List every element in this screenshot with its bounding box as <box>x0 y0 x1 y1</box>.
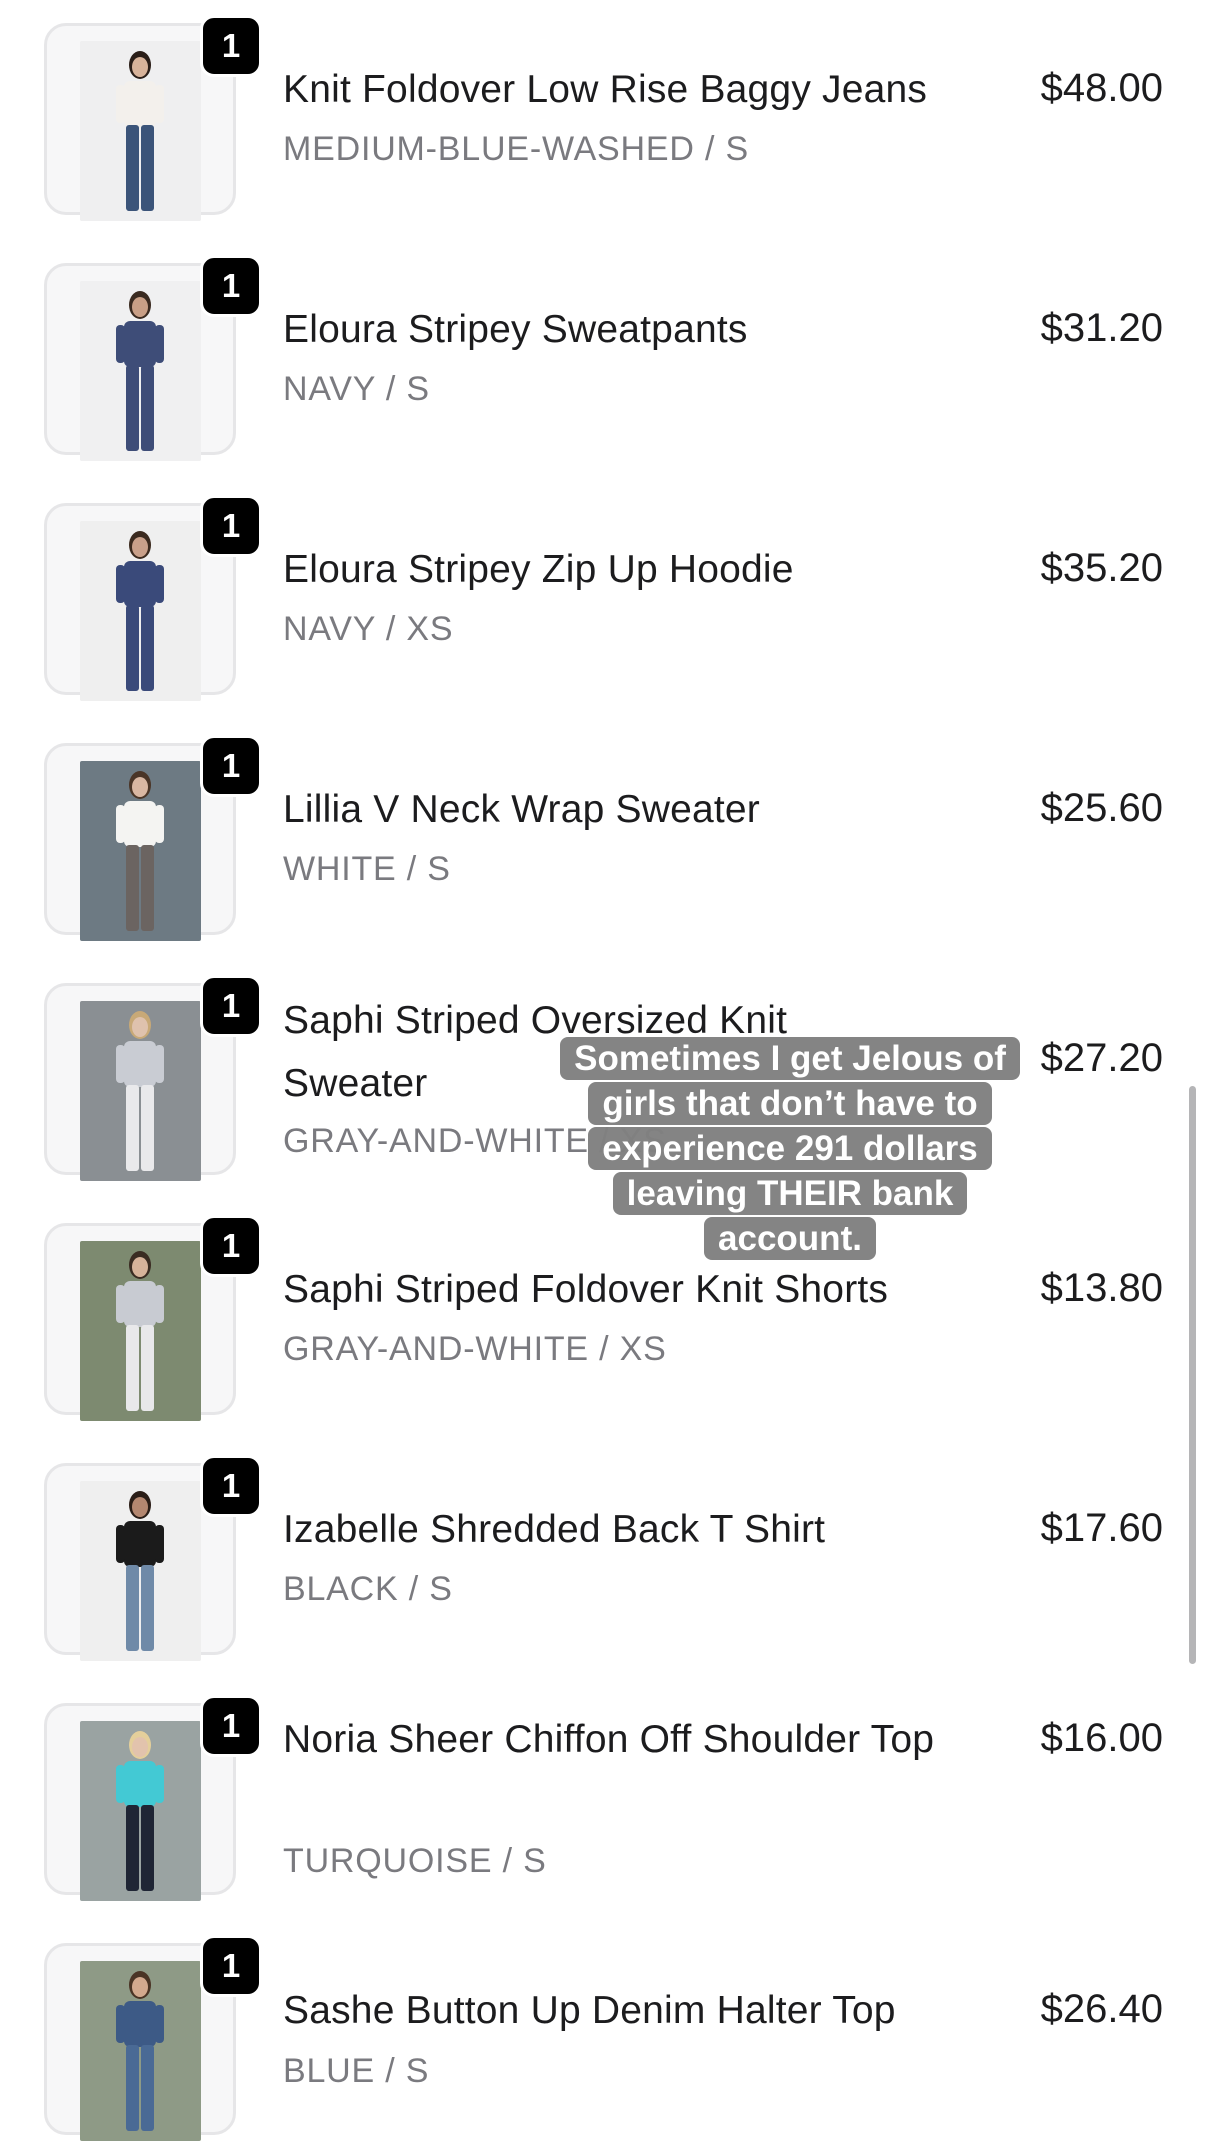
product-name[interactable]: Saphi Striped Foldover Knit Shorts <box>283 1258 1003 1321</box>
quantity-badge: 1 <box>200 1935 262 1997</box>
product-price: $25.60 <box>1040 786 1163 830</box>
product-price: $17.60 <box>1040 1506 1163 1550</box>
product-thumbnail[interactable]: 1 <box>44 15 262 221</box>
quantity-badge: 1 <box>200 495 262 557</box>
product-name[interactable]: Eloura Stripey Zip Up Hoodie <box>283 538 1003 601</box>
product-price: $48.00 <box>1040 66 1163 110</box>
product-photo <box>80 1481 201 1661</box>
product-thumbnail[interactable]: 1 <box>44 1935 262 2141</box>
product-thumbnail[interactable]: 1 <box>44 1455 262 1661</box>
product-thumbnail[interactable]: 1 <box>44 255 262 461</box>
product-thumbnail[interactable]: 1 <box>44 1215 262 1421</box>
product-thumbnail[interactable]: 1 <box>44 1695 262 1901</box>
product-price: $26.40 <box>1040 1987 1163 2031</box>
product-name[interactable]: Knit Foldover Low Rise Baggy Jeans <box>283 58 1003 121</box>
product-price: $35.20 <box>1040 546 1163 590</box>
quantity-badge: 1 <box>200 1695 262 1757</box>
quantity-badge: 1 <box>200 975 262 1037</box>
overlay-caption: Sometimes I get Jelous of girls that don… <box>540 1036 1040 1261</box>
product-price: $27.20 <box>1040 1036 1163 1080</box>
caption-line: girls that don’t have to <box>588 1082 992 1125</box>
product-name[interactable]: Eloura Stripey Sweatpants <box>283 298 1003 361</box>
product-photo <box>80 1241 201 1421</box>
product-name[interactable]: Sashe Button Up Denim Halter Top <box>283 1979 1003 2042</box>
quantity-badge: 1 <box>200 255 262 317</box>
product-name[interactable]: Lillia V Neck Wrap Sweater <box>283 778 1003 841</box>
quantity-badge: 1 <box>200 735 262 797</box>
product-thumbnail[interactable]: 1 <box>44 975 262 1181</box>
product-variant: WHITE / S <box>283 850 451 888</box>
quantity-badge: 1 <box>200 15 262 77</box>
scrollbar[interactable] <box>1189 1086 1196 1664</box>
product-photo <box>80 1001 201 1181</box>
product-price: $13.80 <box>1040 1266 1163 1310</box>
product-thumbnail[interactable]: 1 <box>44 495 262 701</box>
product-variant: MEDIUM-BLUE-WASHED / S <box>283 130 749 168</box>
caption-line: experience 291 dollars <box>588 1127 992 1170</box>
caption-line: account. <box>704 1217 876 1260</box>
quantity-badge: 1 <box>200 1455 262 1517</box>
product-price: $16.00 <box>1040 1716 1163 1760</box>
product-variant: NAVY / S <box>283 370 430 408</box>
product-thumbnail[interactable]: 1 <box>44 735 262 941</box>
product-variant: BLACK / S <box>283 1570 453 1608</box>
product-photo <box>80 41 201 221</box>
cart-screen: 1 Knit Foldover Low Rise Baggy Jeans MED… <box>0 0 1206 2144</box>
quantity-badge: 1 <box>200 1215 262 1277</box>
product-photo <box>80 1961 201 2141</box>
product-name[interactable]: Noria Sheer Chiffon Off Shoulder Top <box>283 1708 943 1771</box>
product-price: $31.20 <box>1040 306 1163 350</box>
product-variant: TURQUOISE / S <box>283 1842 547 1880</box>
caption-line: Sometimes I get Jelous of <box>560 1037 1020 1080</box>
product-name[interactable]: Izabelle Shredded Back T Shirt <box>283 1498 1003 1561</box>
product-photo <box>80 521 201 701</box>
product-photo <box>80 761 201 941</box>
product-photo <box>80 1721 201 1901</box>
product-variant: NAVY / XS <box>283 610 454 648</box>
product-variant: BLUE / S <box>283 2052 430 2090</box>
product-variant: GRAY-AND-WHITE / XS <box>283 1330 667 1368</box>
product-photo <box>80 281 201 461</box>
caption-line: leaving THEIR bank <box>612 1172 968 1215</box>
